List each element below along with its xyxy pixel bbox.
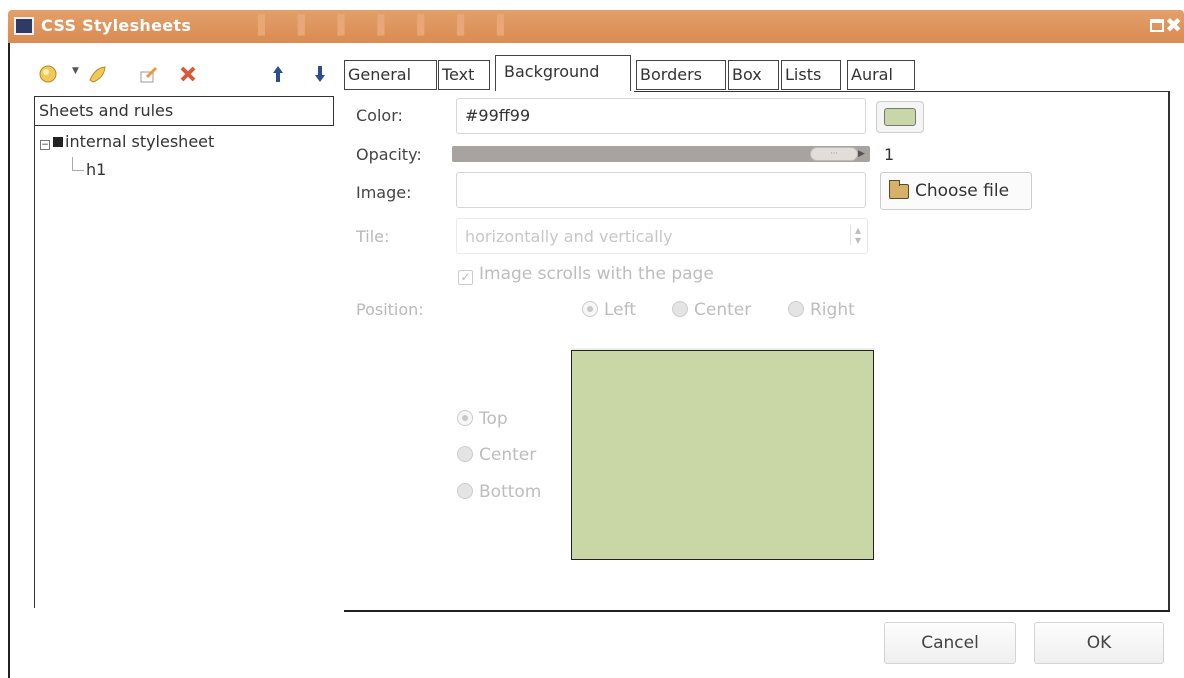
title-bar[interactable]: CSS Stylesheets ▌▌▌▌▌▌▌ ✖ [8, 10, 1184, 43]
folder-open-icon [889, 179, 909, 199]
radio-center-label: Center [694, 300, 752, 320]
tree-border [34, 126, 35, 608]
tree-branch-line [72, 157, 84, 171]
radio-top[interactable]: Top [457, 409, 508, 429]
radio-center-h[interactable]: Center [672, 300, 751, 320]
radio-center-v-label: Center [479, 445, 537, 465]
panel-border-top [634, 91, 1170, 92]
new-rule-icon[interactable] [86, 62, 110, 86]
tab-borders[interactable]: Borders [636, 60, 726, 90]
chevron-down-icon[interactable]: ▼ [72, 66, 79, 76]
radio-icon [457, 410, 473, 426]
radio-icon [672, 301, 688, 317]
tree-column-header[interactable]: Sheets and rules [34, 96, 334, 126]
image-label: Image: [356, 183, 412, 202]
position-label: Position: [356, 300, 424, 319]
select-arrows-icon: ▴ ▾ [849, 224, 861, 246]
radio-bottom[interactable]: Bottom [457, 482, 541, 502]
cancel-button[interactable]: Cancel [884, 622, 1016, 664]
opacity-label: Opacity: [356, 145, 422, 164]
window-icon [14, 17, 34, 35]
tab-lists[interactable]: Lists [781, 60, 841, 90]
radio-right[interactable]: Right [788, 300, 855, 320]
radio-right-label: Right [810, 300, 855, 320]
stylesheet-icon [53, 137, 63, 147]
opacity-slider[interactable] [452, 146, 870, 162]
tab-aural[interactable]: Aural [847, 60, 915, 90]
ok-button[interactable]: OK [1034, 622, 1164, 664]
color-picker-button[interactable] [876, 101, 924, 133]
radio-center-v[interactable]: Center [457, 445, 536, 465]
radio-top-label: Top [479, 409, 508, 429]
tile-selected-value: horizontally and vertically [465, 227, 673, 246]
tile-select[interactable]: horizontally and vertically ▴ ▾ [456, 218, 868, 254]
tree-item-h1[interactable]: h1 [86, 160, 106, 179]
checkbox-icon: ✓ [458, 270, 473, 285]
choose-file-label: Choose file [915, 181, 1010, 201]
rules-toolbar: ▼ [36, 62, 336, 88]
radio-bottom-label: Bottom [479, 482, 542, 502]
tile-label: Tile: [356, 227, 390, 246]
move-up-icon[interactable] [266, 62, 290, 86]
move-down-icon[interactable] [308, 62, 332, 86]
titlebar-reflection-decoration: ▌▌▌▌▌▌▌ [258, 15, 537, 36]
close-icon[interactable]: ✖ [1165, 13, 1182, 37]
color-input[interactable]: #99ff99 [456, 98, 866, 134]
image-scrolls-label: Image scrolls with the page [479, 264, 714, 284]
background-preview [571, 350, 874, 560]
opacity-slider-handle[interactable]: ··· [810, 147, 858, 161]
edit-icon[interactable] [136, 62, 160, 86]
tab-background[interactable]: Background [495, 55, 631, 91]
tree-item-internal-stylesheet[interactable]: − internal stylesheet [40, 132, 214, 151]
image-input[interactable] [456, 172, 866, 208]
radio-icon [788, 301, 804, 317]
delete-icon[interactable] [176, 62, 200, 86]
window-title: CSS Stylesheets [41, 16, 192, 35]
radio-icon [457, 446, 473, 462]
opacity-value: 1 [884, 145, 895, 164]
new-sheet-icon[interactable] [36, 62, 60, 86]
radio-icon [582, 301, 598, 317]
radio-icon [457, 483, 473, 499]
collapse-icon[interactable]: − [40, 140, 50, 150]
maximize-icon[interactable] [1150, 19, 1164, 32]
window-frame [8, 43, 10, 678]
tree-item-label: internal stylesheet [65, 132, 215, 151]
color-label: Color: [356, 106, 403, 125]
tab-general[interactable]: General [344, 60, 437, 90]
radio-left[interactable]: Left [582, 300, 636, 320]
color-swatch [884, 108, 916, 126]
panel-border-right [1168, 91, 1170, 612]
radio-left-label: Left [604, 300, 636, 320]
image-scrolls-checkbox[interactable]: ✓ Image scrolls with the page [458, 264, 714, 285]
slider-arrow-icon: ▶ [858, 149, 865, 159]
tab-box[interactable]: Box [728, 60, 779, 90]
tab-text[interactable]: Text [438, 60, 490, 90]
panel-border-bottom [344, 610, 1170, 612]
choose-file-button[interactable]: Choose file [880, 172, 1032, 210]
